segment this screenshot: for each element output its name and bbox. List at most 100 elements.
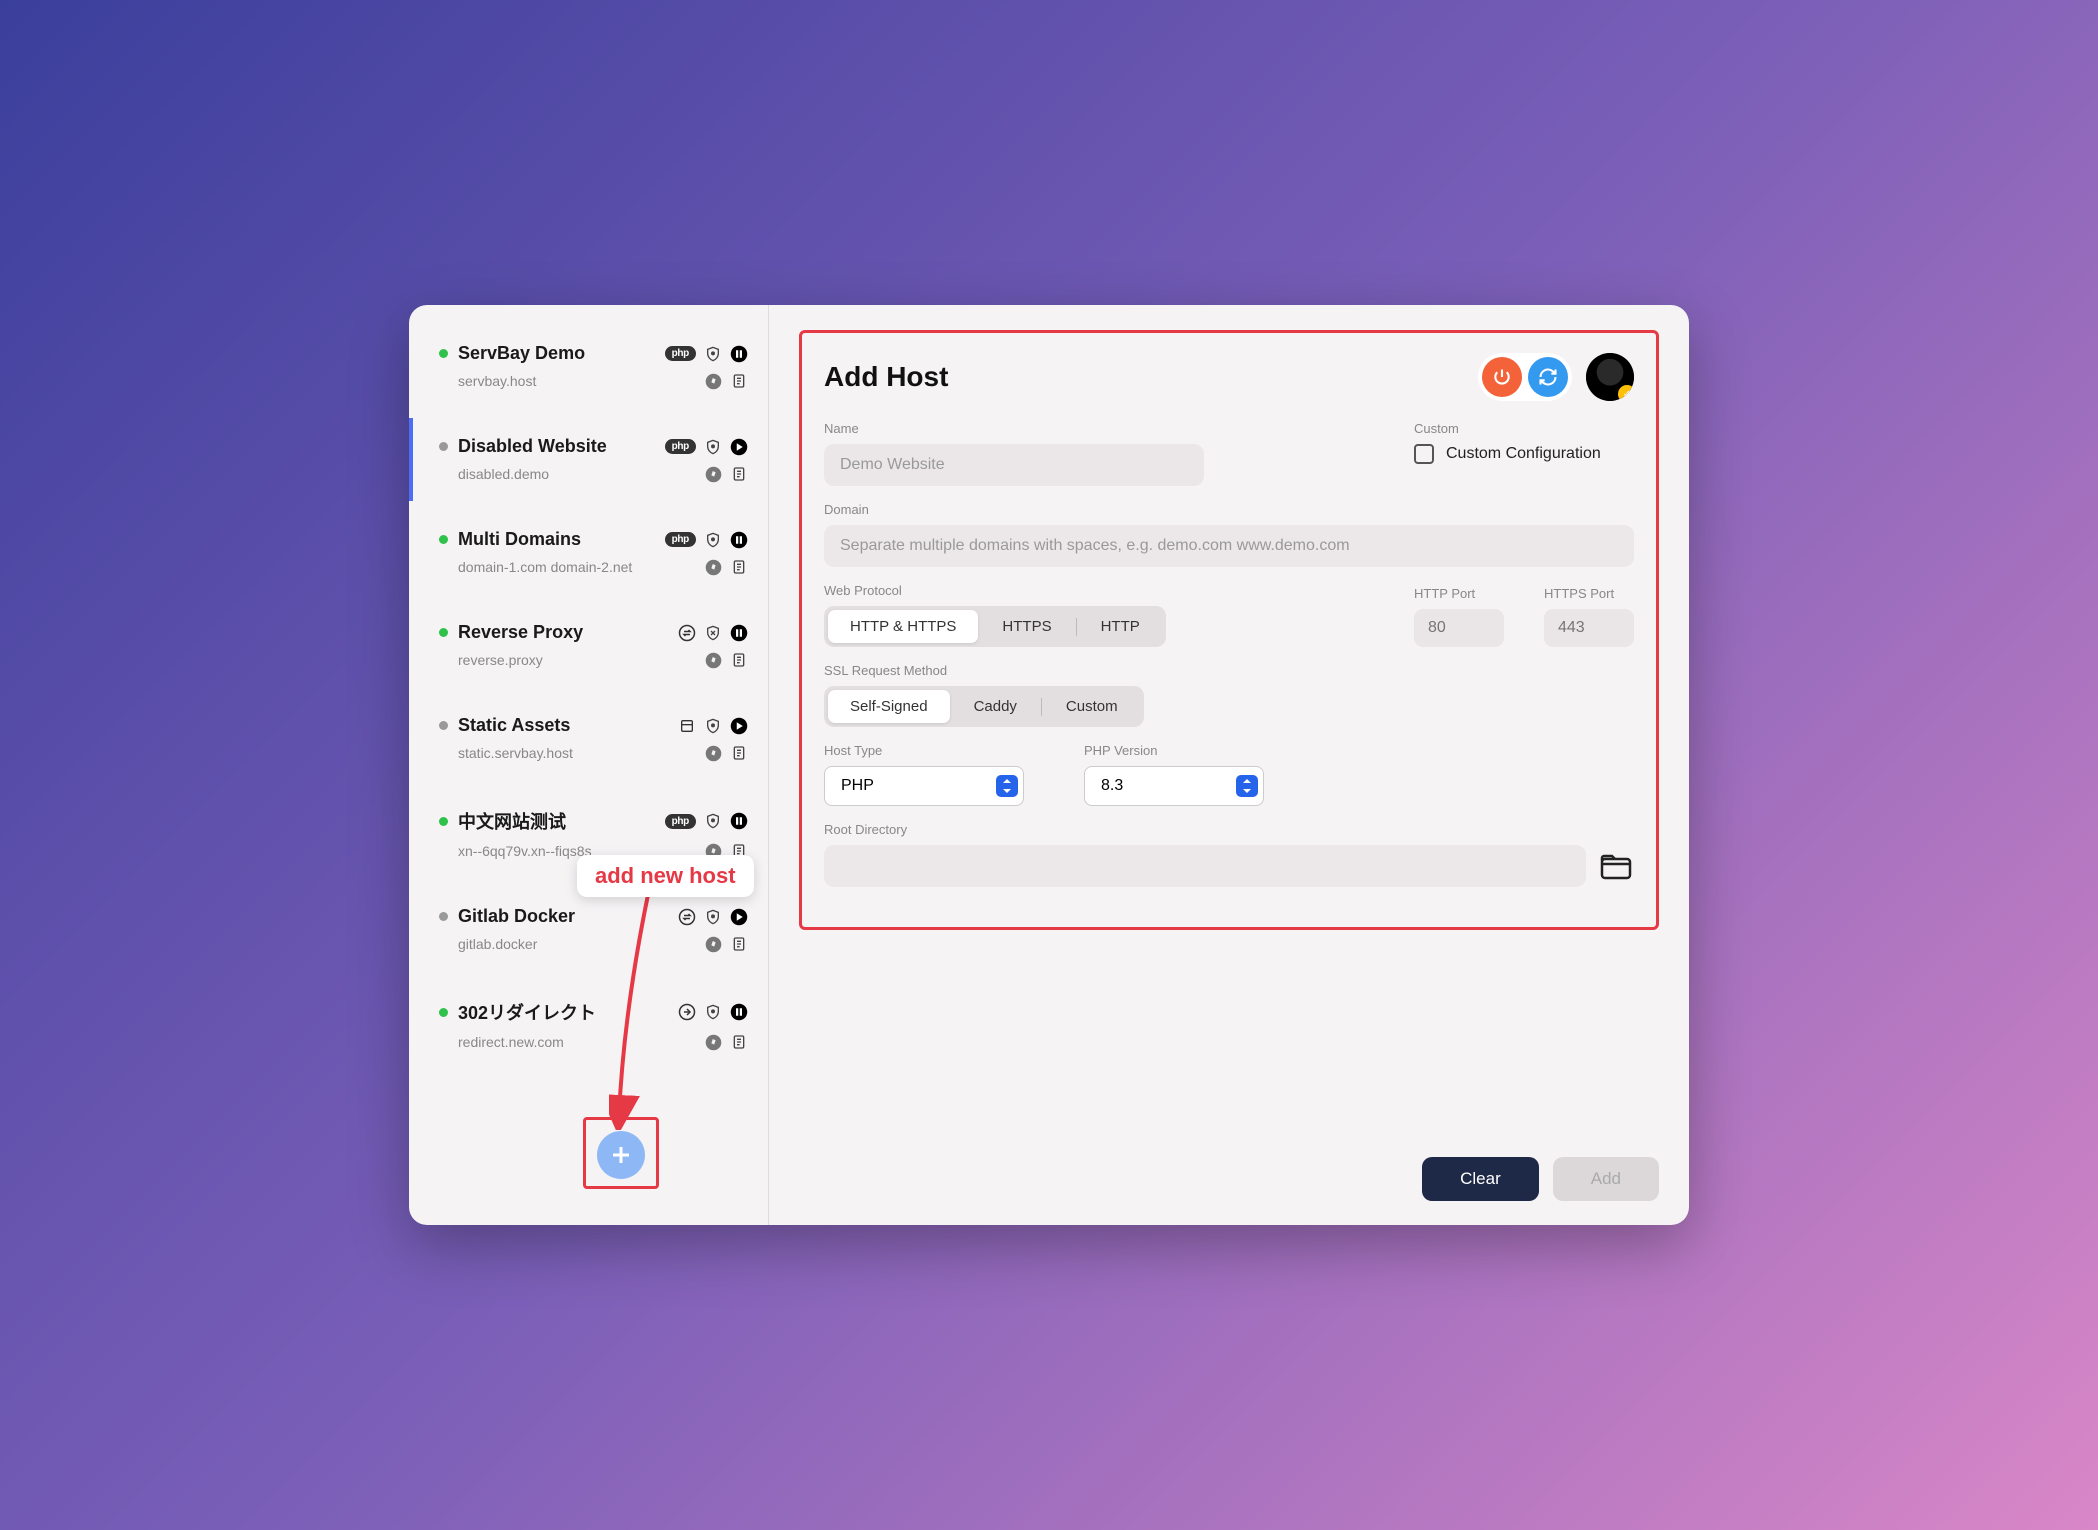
shield-icon[interactable] (704, 812, 722, 830)
domain-input[interactable] (824, 525, 1634, 567)
status-dot (439, 912, 448, 921)
php-badge: php (665, 532, 696, 547)
sidebar-site-item[interactable]: Static Assets static.servbay.host (429, 697, 768, 780)
swap-icon (678, 908, 696, 926)
play-icon[interactable] (730, 717, 748, 735)
play-icon[interactable] (730, 438, 748, 456)
power-icon (1492, 367, 1512, 387)
compass-icon[interactable] (704, 651, 722, 669)
header-action-group (1478, 353, 1572, 401)
sidebar-site-item[interactable]: Gitlab Docker gitlab.docker (429, 888, 768, 971)
avatar-verified-badge: ✓ (1618, 385, 1634, 401)
http-port-label: HTTP Port (1414, 586, 1504, 601)
https-port-label: HTTPS Port (1544, 586, 1634, 601)
site-title: Multi Domains (458, 529, 655, 550)
status-dot (439, 349, 448, 358)
site-title: 302リダイレクト (458, 999, 668, 1025)
compass-icon[interactable] (704, 744, 722, 762)
note-icon[interactable] (730, 558, 748, 576)
shield-icon[interactable] (704, 1003, 722, 1021)
status-dot (439, 535, 448, 544)
site-title: Reverse Proxy (458, 622, 668, 643)
pause-icon[interactable] (730, 531, 748, 549)
pause-icon[interactable] (730, 1003, 748, 1021)
name-input[interactable] (824, 444, 1204, 486)
site-domain: xn--6qq79v.xn--fiqs8s (439, 843, 694, 859)
protocol-http-https[interactable]: HTTP & HTTPS (828, 610, 978, 643)
ssl-self-signed[interactable]: Self-Signed (828, 690, 950, 723)
custom-config-checkbox[interactable] (1414, 444, 1434, 464)
sidebar-site-item[interactable]: ServBay Demo php servbay.host (429, 325, 768, 408)
protocol-https[interactable]: HTTPS (980, 610, 1073, 643)
add-host-button[interactable] (597, 1131, 645, 1179)
site-title: Disabled Website (458, 436, 655, 457)
custom-label: Custom (1414, 421, 1634, 436)
add-button[interactable]: Add (1553, 1157, 1659, 1201)
protocol-http[interactable]: HTTP (1079, 610, 1162, 643)
power-button[interactable] (1482, 357, 1522, 397)
note-icon[interactable] (730, 744, 748, 762)
root-dir-input[interactable] (824, 845, 1586, 887)
status-dot (439, 628, 448, 637)
sidebar-site-item[interactable]: Reverse Proxy reverse.proxy (429, 604, 768, 687)
compass-icon[interactable] (704, 372, 722, 390)
site-domain: domain-1.com domain-2.net (439, 559, 694, 575)
avatar[interactable]: ✓ (1586, 353, 1634, 401)
compass-icon[interactable] (704, 842, 722, 860)
ssl-custom[interactable]: Custom (1044, 690, 1140, 723)
site-title: ServBay Demo (458, 343, 655, 364)
shield-x-icon[interactable] (704, 624, 722, 642)
php-version-select[interactable] (1084, 766, 1264, 806)
note-icon[interactable] (730, 1033, 748, 1051)
note-icon[interactable] (730, 842, 748, 860)
shield-icon[interactable] (704, 908, 722, 926)
name-label: Name (824, 421, 1204, 436)
play-icon[interactable] (730, 908, 748, 926)
pause-icon[interactable] (730, 812, 748, 830)
redirect-icon (678, 1003, 696, 1021)
php-badge: php (665, 346, 696, 361)
status-dot (439, 721, 448, 730)
sidebar-site-item[interactable]: Multi Domains php domain-1.com domain-2.… (429, 511, 768, 594)
footer-buttons: Clear Add (1422, 1157, 1659, 1201)
clear-button[interactable]: Clear (1422, 1157, 1539, 1201)
site-domain: disabled.demo (439, 466, 694, 482)
shield-icon[interactable] (704, 438, 722, 456)
note-icon[interactable] (730, 372, 748, 390)
http-port-input[interactable] (1414, 609, 1504, 647)
pause-icon[interactable] (730, 624, 748, 642)
note-icon[interactable] (730, 465, 748, 483)
refresh-icon (1538, 367, 1558, 387)
note-icon[interactable] (730, 651, 748, 669)
box-icon (678, 717, 696, 735)
add-host-form: Add Host ✓ (799, 330, 1659, 930)
https-port-input[interactable] (1544, 609, 1634, 647)
ssl-caddy[interactable]: Caddy (952, 690, 1039, 723)
sidebar: ServBay Demo php servbay.host Disabled W… (409, 305, 769, 1225)
site-domain: servbay.host (439, 373, 694, 389)
plus-icon (609, 1143, 633, 1167)
compass-icon[interactable] (704, 1033, 722, 1051)
shield-icon[interactable] (704, 531, 722, 549)
swap-icon (678, 624, 696, 642)
php-version-label: PHP Version (1084, 743, 1264, 758)
site-title: Gitlab Docker (458, 906, 668, 927)
sidebar-site-item[interactable]: 302リダイレクト redirect.new.com (429, 981, 768, 1069)
compass-icon[interactable] (704, 935, 722, 953)
host-type-label: Host Type (824, 743, 1024, 758)
refresh-button[interactable] (1528, 357, 1568, 397)
compass-icon[interactable] (704, 465, 722, 483)
shield-icon[interactable] (704, 345, 722, 363)
browse-folder-button[interactable] (1598, 850, 1634, 882)
sidebar-site-item[interactable]: 中文网站测试 php xn--6qq79v.xn--fiqs8s (429, 790, 768, 878)
host-type-select[interactable] (824, 766, 1024, 806)
compass-icon[interactable] (704, 558, 722, 576)
site-domain: gitlab.docker (439, 936, 694, 952)
sidebar-site-item[interactable]: Disabled Website php disabled.demo (409, 418, 768, 501)
page-title: Add Host (824, 361, 948, 393)
pause-icon[interactable] (730, 345, 748, 363)
app-window: ServBay Demo php servbay.host Disabled W… (409, 305, 1689, 1225)
site-title: 中文网站测试 (458, 808, 655, 834)
shield-icon[interactable] (704, 717, 722, 735)
note-icon[interactable] (730, 935, 748, 953)
